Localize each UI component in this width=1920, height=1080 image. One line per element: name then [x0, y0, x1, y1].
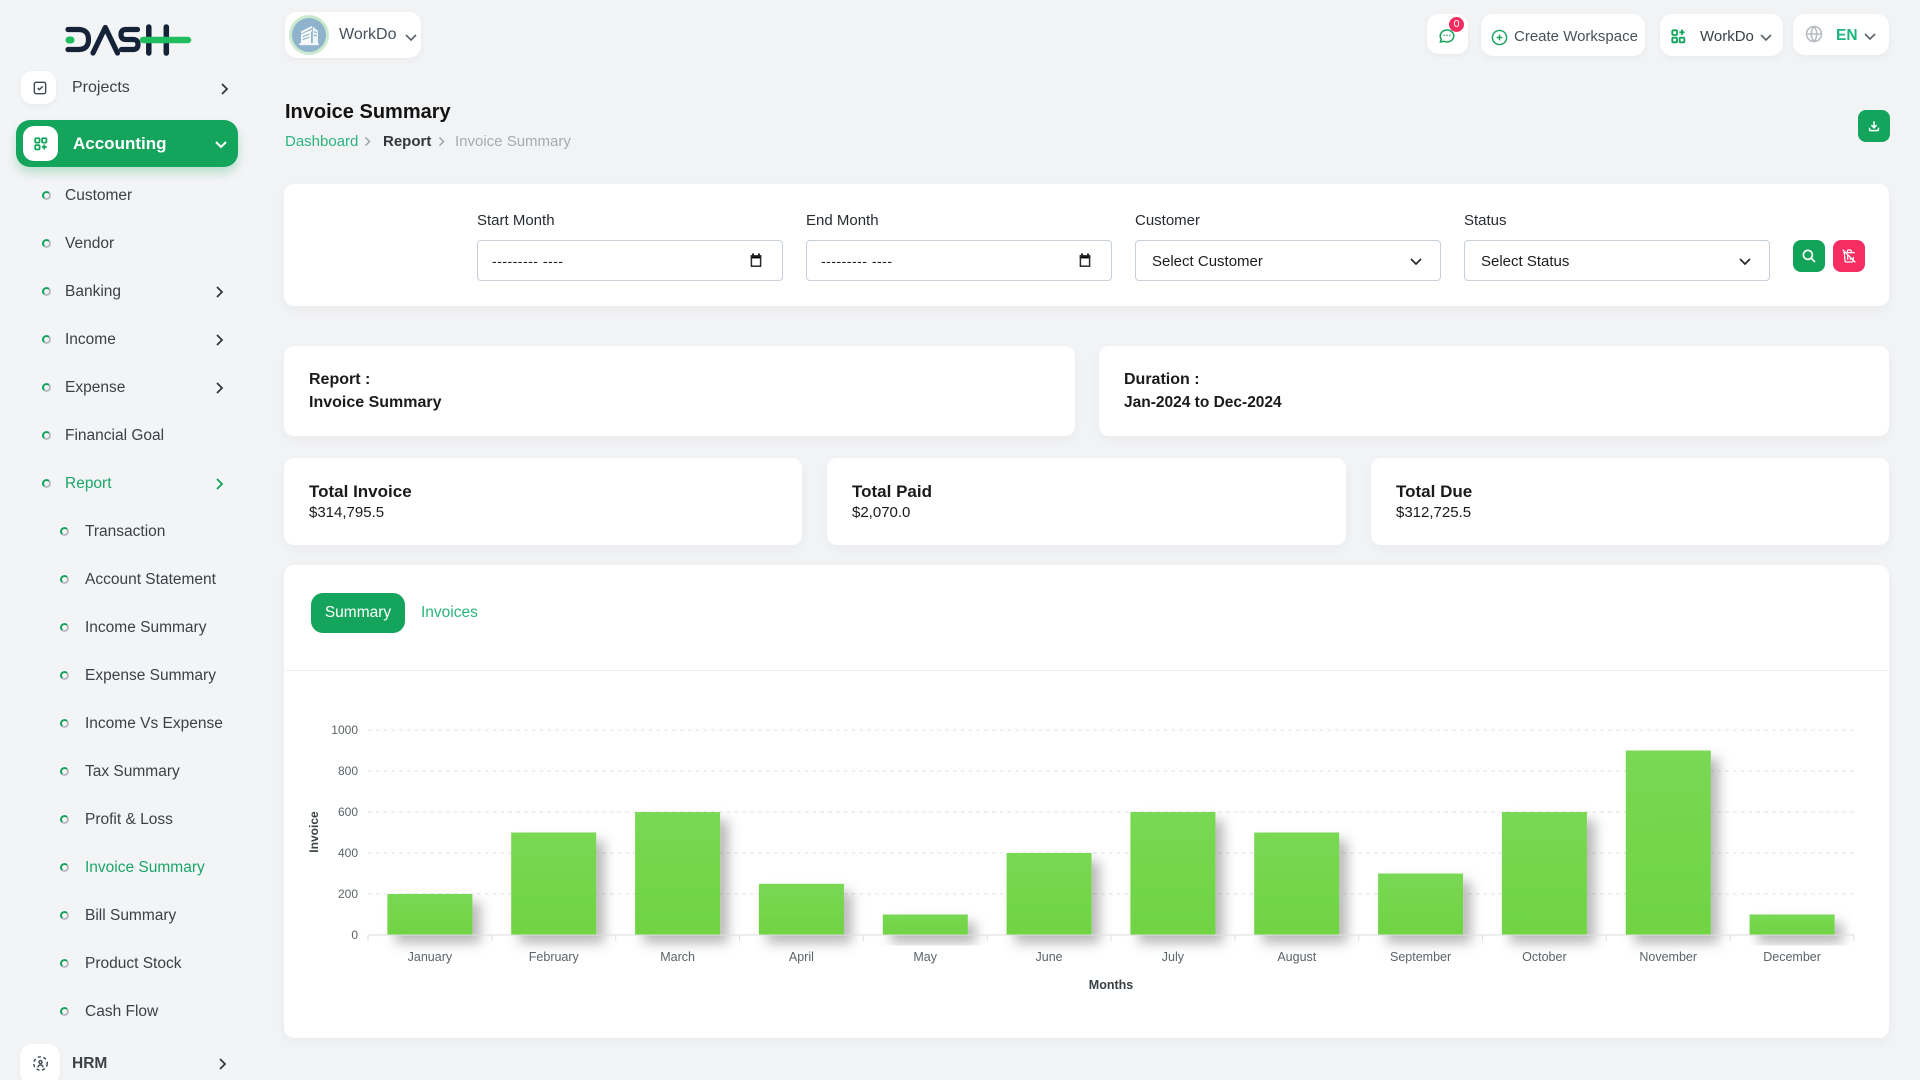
svg-text:April: April [789, 950, 814, 964]
svg-text:0: 0 [351, 928, 358, 942]
svg-text:400: 400 [338, 846, 358, 860]
svg-text:July: July [1162, 950, 1185, 964]
svg-text:December: December [1763, 950, 1821, 964]
svg-text:September: September [1390, 950, 1451, 964]
svg-text:March: March [660, 950, 695, 964]
svg-text:200: 200 [338, 887, 358, 901]
svg-text:June: June [1036, 950, 1063, 964]
svg-text:1000: 1000 [331, 723, 358, 737]
svg-text:May: May [913, 950, 937, 964]
svg-text:October: October [1522, 950, 1566, 964]
svg-text:January: January [408, 950, 453, 964]
svg-text:August: August [1277, 950, 1316, 964]
svg-text:600: 600 [338, 805, 358, 819]
svg-text:Months: Months [1089, 978, 1133, 992]
svg-text:November: November [1639, 950, 1697, 964]
svg-text:800: 800 [338, 764, 358, 778]
svg-text:February: February [529, 950, 580, 964]
svg-text:Invoice: Invoice [307, 811, 321, 853]
